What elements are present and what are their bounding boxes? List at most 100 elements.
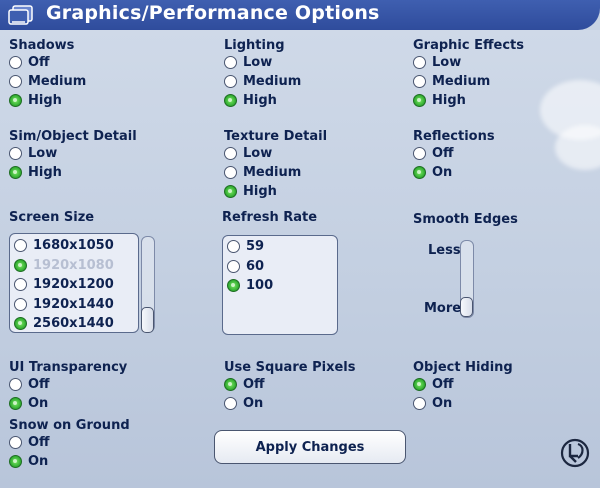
shadows-group: Shadows Off Medium High — [9, 38, 86, 110]
refresh-rate-item-radio[interactable] — [227, 259, 240, 273]
lighting-group: Lighting Low Medium High — [224, 38, 301, 110]
reflections-radio-on[interactable] — [413, 166, 426, 179]
screen-size-item[interactable]: 1920x1440 — [10, 295, 138, 315]
screen-size-item[interactable]: 1920x1200 — [10, 275, 138, 295]
shadows-radio-medium[interactable] — [9, 75, 22, 88]
lighting-option-low[interactable]: Low — [224, 53, 301, 72]
sim-detail-option-low[interactable]: Low — [9, 144, 137, 163]
snow-radio-off[interactable] — [9, 436, 22, 449]
texture-detail-option-medium[interactable]: Medium — [224, 163, 327, 182]
graphic-effects-radio-low[interactable] — [413, 56, 426, 69]
lighting-option-medium[interactable]: Medium — [224, 72, 301, 91]
reflections-option-on[interactable]: On — [413, 163, 495, 182]
apply-changes-button[interactable]: Apply Changes — [214, 430, 406, 464]
snow-option-on[interactable]: On — [9, 452, 130, 471]
ui-transparency-option-on[interactable]: On — [9, 394, 127, 413]
snow-option-off[interactable]: Off — [9, 433, 130, 452]
texture-detail-radio-low[interactable] — [224, 147, 237, 160]
object-hiding-radio-off[interactable] — [413, 378, 426, 391]
graphic-effects-option-label: Medium — [432, 74, 491, 89]
screen-size-list[interactable]: 1680x1050 1920x1080 1920x1200 1920x1440 2560… — [9, 233, 139, 333]
smooth-edges-more-label: More — [424, 301, 462, 316]
sim-detail-radio-low[interactable] — [9, 147, 22, 160]
texture-detail-label: Texture Detail — [224, 129, 328, 144]
screen-size-item[interactable]: 1680x1050 — [10, 236, 138, 256]
shadows-option-high[interactable]: High — [9, 91, 86, 110]
screen-size-label: Screen Size — [9, 210, 95, 225]
lighting-radio-high[interactable] — [224, 94, 237, 107]
smooth-edges-slider-thumb[interactable] — [460, 297, 473, 317]
ui-transparency-label: UI Transparency — [9, 360, 128, 375]
shadows-radio-high[interactable] — [9, 94, 22, 107]
reflections-option-off[interactable]: Off — [413, 144, 495, 163]
refresh-rate-item[interactable]: 100 — [223, 276, 337, 296]
object-hiding-option-off[interactable]: Off — [413, 375, 513, 394]
lighting-radio-medium[interactable] — [224, 75, 237, 88]
screen-size-item-label: 1920x1200 — [33, 277, 114, 293]
refresh-rate-item-radio[interactable] — [227, 240, 240, 254]
square-pixels-radio-on[interactable] — [224, 397, 237, 410]
graphic-effects-option-low[interactable]: Low — [413, 53, 524, 72]
shadows-radio-off[interactable] — [9, 56, 22, 69]
screen-size-group: Screen Size — [9, 210, 94, 225]
texture-detail-option-low[interactable]: Low — [224, 144, 327, 163]
screen-size-item-radio[interactable] — [14, 278, 27, 292]
shadows-option-label: Off — [28, 55, 50, 70]
refresh-rate-item[interactable]: 60 — [223, 257, 337, 277]
refresh-rate-item-radio[interactable] — [227, 279, 240, 293]
screen-size-item-radio[interactable] — [14, 297, 27, 311]
reflections-radio-off[interactable] — [413, 147, 426, 160]
lighting-label: Lighting — [224, 38, 285, 53]
graphic-effects-radio-high[interactable] — [413, 94, 426, 107]
screen-size-item-radio[interactable] — [14, 317, 27, 331]
smooth-edges-less-label: Less — [428, 243, 461, 258]
object-hiding-radio-on[interactable] — [413, 397, 426, 410]
snow-radio-on[interactable] — [9, 455, 22, 468]
sim-detail-option-label: High — [28, 165, 62, 180]
texture-detail-option-label: Low — [243, 146, 273, 161]
graphic-effects-option-label: High — [432, 93, 466, 108]
square-pixels-option-label: On — [243, 396, 264, 411]
graphic-effects-group: Graphic Effects Low Medium High — [413, 38, 524, 110]
ui-transparency-radio-on[interactable] — [9, 397, 22, 410]
texture-detail-option-label: Medium — [243, 165, 302, 180]
shadows-option-label: High — [28, 93, 62, 108]
graphic-effects-option-high[interactable]: High — [413, 91, 524, 110]
graphic-effects-option-medium[interactable]: Medium — [413, 72, 524, 91]
screen-size-item[interactable]: 2560x1440 — [10, 314, 138, 334]
sim-detail-radio-high[interactable] — [9, 166, 22, 179]
screen-size-item: 1920x1080 — [10, 256, 138, 276]
refresh-rate-list[interactable]: 59 60 100 — [222, 235, 338, 335]
graphic-effects-radio-medium[interactable] — [413, 75, 426, 88]
screen-size-scrollbar[interactable] — [141, 236, 155, 333]
texture-detail-radio-high[interactable] — [224, 185, 237, 198]
ui-transparency-radio-off[interactable] — [9, 378, 22, 391]
refresh-rate-item[interactable]: 59 — [223, 237, 337, 257]
texture-detail-group: Texture Detail Low Medium High — [224, 129, 327, 201]
screen-size-scroll-thumb[interactable] — [141, 307, 154, 333]
lighting-option-label: Low — [243, 55, 273, 70]
sim-detail-option-high[interactable]: High — [9, 163, 137, 182]
object-hiding-option-on[interactable]: On — [413, 394, 513, 413]
lighting-radio-low[interactable] — [224, 56, 237, 69]
reflections-label: Reflections — [413, 129, 495, 144]
sim-object-detail-label: Sim/Object Detail — [9, 129, 137, 144]
square-pixels-option-off[interactable]: Off — [224, 375, 355, 394]
snow-option-label: Off — [28, 435, 50, 450]
square-pixels-option-on[interactable]: On — [224, 394, 355, 413]
lighting-option-high[interactable]: High — [224, 91, 301, 110]
texture-detail-option-label: High — [243, 184, 277, 199]
ui-transparency-option-off[interactable]: Off — [9, 375, 127, 394]
shadows-option-off[interactable]: Off — [9, 53, 86, 72]
square-pixels-radio-off[interactable] — [224, 378, 237, 391]
shadows-option-medium[interactable]: Medium — [9, 72, 86, 91]
object-hiding-option-label: Off — [432, 377, 454, 392]
reflections-option-label: Off — [432, 146, 454, 161]
object-hiding-label: Object Hiding — [413, 360, 513, 375]
texture-detail-radio-medium[interactable] — [224, 166, 237, 179]
texture-detail-option-high[interactable]: High — [224, 182, 327, 201]
screen-size-item-radio[interactable] — [14, 239, 27, 253]
title-bar: Graphics/Performance Options — [0, 0, 600, 30]
back-arrow-icon[interactable] — [558, 436, 592, 470]
smooth-edges-slider[interactable] — [460, 240, 474, 318]
